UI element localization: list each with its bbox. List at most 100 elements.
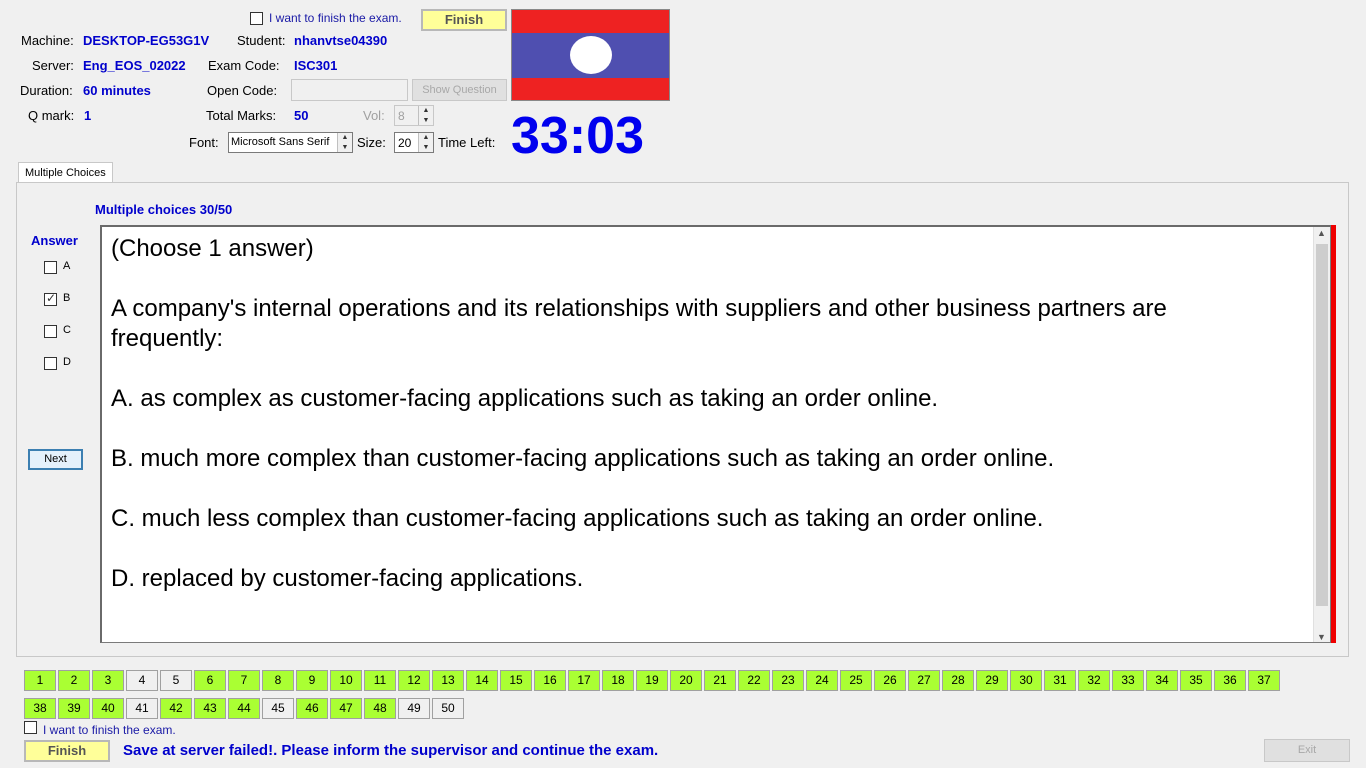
question-nav-button-24[interactable]: 24 (806, 670, 838, 691)
vol-spinner[interactable]: 8 ▲ ▼ (394, 105, 434, 126)
open-code-input[interactable] (291, 79, 408, 101)
answer-heading: Answer (31, 233, 78, 248)
question-nav-button-11[interactable]: 11 (364, 670, 396, 691)
question-nav-button-14[interactable]: 14 (466, 670, 498, 691)
question-nav-button-49[interactable]: 49 (398, 698, 430, 719)
question-nav-button-5[interactable]: 5 (160, 670, 192, 691)
question-text-box[interactable]: (Choose 1 answer) A company's internal o… (100, 225, 1331, 643)
question-nav-button-39[interactable]: 39 (58, 698, 90, 719)
flag-white-circle (570, 36, 612, 74)
question-nav-button-40[interactable]: 40 (92, 698, 124, 719)
font-spin-arrows[interactable]: ▲ ▼ (337, 133, 352, 152)
student-label: Student: (237, 33, 286, 48)
question-nav-button-37[interactable]: 37 (1248, 670, 1280, 691)
question-nav-button-33[interactable]: 33 (1112, 670, 1144, 691)
option-b-checkbox[interactable] (44, 291, 57, 306)
tab-multiple-choices[interactable]: Multiple Choices (18, 162, 113, 183)
option-d-checkbox[interactable] (44, 357, 57, 370)
option-c-checkbox[interactable] (44, 325, 57, 338)
vol-spin-arrows[interactable]: ▲ ▼ (418, 106, 433, 125)
question-nav-button-16[interactable]: 16 (534, 670, 566, 691)
machine-label: Machine: (21, 33, 74, 48)
finish-exam-label-bottom: I want to finish the exam. (43, 723, 176, 737)
question-nav-button-18[interactable]: 18 (602, 670, 634, 691)
choice-a: A. as complex as customer-facing applica… (111, 385, 939, 412)
question-nav-button-19[interactable]: 19 (636, 670, 668, 691)
question-nav-button-12[interactable]: 12 (398, 670, 430, 691)
question-nav-button-13[interactable]: 13 (432, 670, 464, 691)
question-nav-button-41[interactable]: 41 (126, 698, 158, 719)
question-nav-button-1[interactable]: 1 (24, 670, 56, 691)
finish-exam-checkbox-bottom[interactable] (24, 721, 37, 734)
exit-button[interactable]: Exit (1264, 739, 1350, 762)
question-progress: Multiple choices 30/50 (95, 202, 233, 217)
size-spinner[interactable]: 20 ▲ ▼ (394, 132, 434, 153)
next-button[interactable]: Next (28, 449, 83, 470)
question-scrollbar[interactable]: ▲ ▼ (1313, 227, 1330, 642)
question-nav-button-9[interactable]: 9 (296, 670, 328, 691)
option-a-label: A (63, 260, 71, 272)
total-marks-value: 50 (294, 108, 309, 123)
question-nav-button-22[interactable]: 22 (738, 670, 770, 691)
question-nav-button-28[interactable]: 28 (942, 670, 974, 691)
question-nav-button-21[interactable]: 21 (704, 670, 736, 691)
question-nav-button-42[interactable]: 42 (160, 698, 192, 719)
vol-label: Vol: (363, 108, 385, 123)
machine-value: DESKTOP-EG53G1V (83, 33, 210, 48)
question-nav-button-3[interactable]: 3 (92, 670, 124, 691)
time-left-label: Time Left: (438, 135, 496, 150)
finish-button-top[interactable]: Finish (421, 9, 507, 31)
student-value: nhanvtse04390 (294, 33, 388, 48)
question-nav-button-47[interactable]: 47 (330, 698, 362, 719)
flag-blue-band (512, 33, 669, 78)
show-question-button[interactable]: Show Question (412, 79, 507, 101)
question-nav-button-43[interactable]: 43 (194, 698, 226, 719)
question-nav-button-17[interactable]: 17 (568, 670, 600, 691)
font-label: Font: (189, 135, 219, 150)
question-nav-button-26[interactable]: 26 (874, 670, 906, 691)
question-nav-button-35[interactable]: 35 (1180, 670, 1212, 691)
question-stem: A company's internal operations and its … (111, 295, 1167, 352)
open-code-label: Open Code: (207, 83, 278, 98)
question-nav-button-23[interactable]: 23 (772, 670, 804, 691)
option-a-checkbox[interactable] (44, 261, 57, 274)
question-nav-button-34[interactable]: 34 (1146, 670, 1178, 691)
scroll-thumb[interactable] (1316, 244, 1328, 606)
flag-red-top (512, 10, 669, 33)
question-nav-button-6[interactable]: 6 (194, 670, 226, 691)
question-nav-button-4[interactable]: 4 (126, 670, 158, 691)
font-select[interactable]: Microsoft Sans Serif ▲ ▼ (228, 132, 353, 153)
size-spin-arrows[interactable]: ▲ ▼ (418, 133, 433, 152)
server-label: Server: (32, 58, 74, 73)
question-instruction: (Choose 1 answer) (111, 235, 314, 262)
question-nav-button-32[interactable]: 32 (1078, 670, 1110, 691)
choice-d: D. replaced by customer-facing applicati… (111, 565, 584, 592)
scroll-up-icon[interactable]: ▲ (1317, 228, 1326, 238)
font-value: Microsoft Sans Serif (231, 136, 330, 148)
question-nav-button-30[interactable]: 30 (1010, 670, 1042, 691)
question-nav-button-29[interactable]: 29 (976, 670, 1008, 691)
question-nav-button-8[interactable]: 8 (262, 670, 294, 691)
question-nav-button-48[interactable]: 48 (364, 698, 396, 719)
size-label: Size: (357, 135, 386, 150)
question-nav-button-20[interactable]: 20 (670, 670, 702, 691)
finish-button-bottom[interactable]: Finish (24, 740, 110, 762)
question-nav-button-7[interactable]: 7 (228, 670, 260, 691)
question-nav-button-15[interactable]: 15 (500, 670, 532, 691)
finish-exam-label-top: I want to finish the exam. (269, 11, 402, 25)
scroll-down-icon[interactable]: ▼ (1317, 632, 1326, 642)
exam-code-value: ISC301 (294, 58, 338, 73)
question-nav-button-27[interactable]: 27 (908, 670, 940, 691)
question-nav-button-46[interactable]: 46 (296, 698, 328, 719)
time-left-value: 33:03 (511, 107, 644, 165)
question-nav-button-31[interactable]: 31 (1044, 670, 1076, 691)
question-nav-button-36[interactable]: 36 (1214, 670, 1246, 691)
question-nav-button-38[interactable]: 38 (24, 698, 56, 719)
question-nav-button-50[interactable]: 50 (432, 698, 464, 719)
question-nav-button-45[interactable]: 45 (262, 698, 294, 719)
question-nav-button-2[interactable]: 2 (58, 670, 90, 691)
question-nav-button-25[interactable]: 25 (840, 670, 872, 691)
question-nav-button-10[interactable]: 10 (330, 670, 362, 691)
finish-exam-checkbox-top[interactable] (250, 12, 263, 25)
question-nav-button-44[interactable]: 44 (228, 698, 260, 719)
